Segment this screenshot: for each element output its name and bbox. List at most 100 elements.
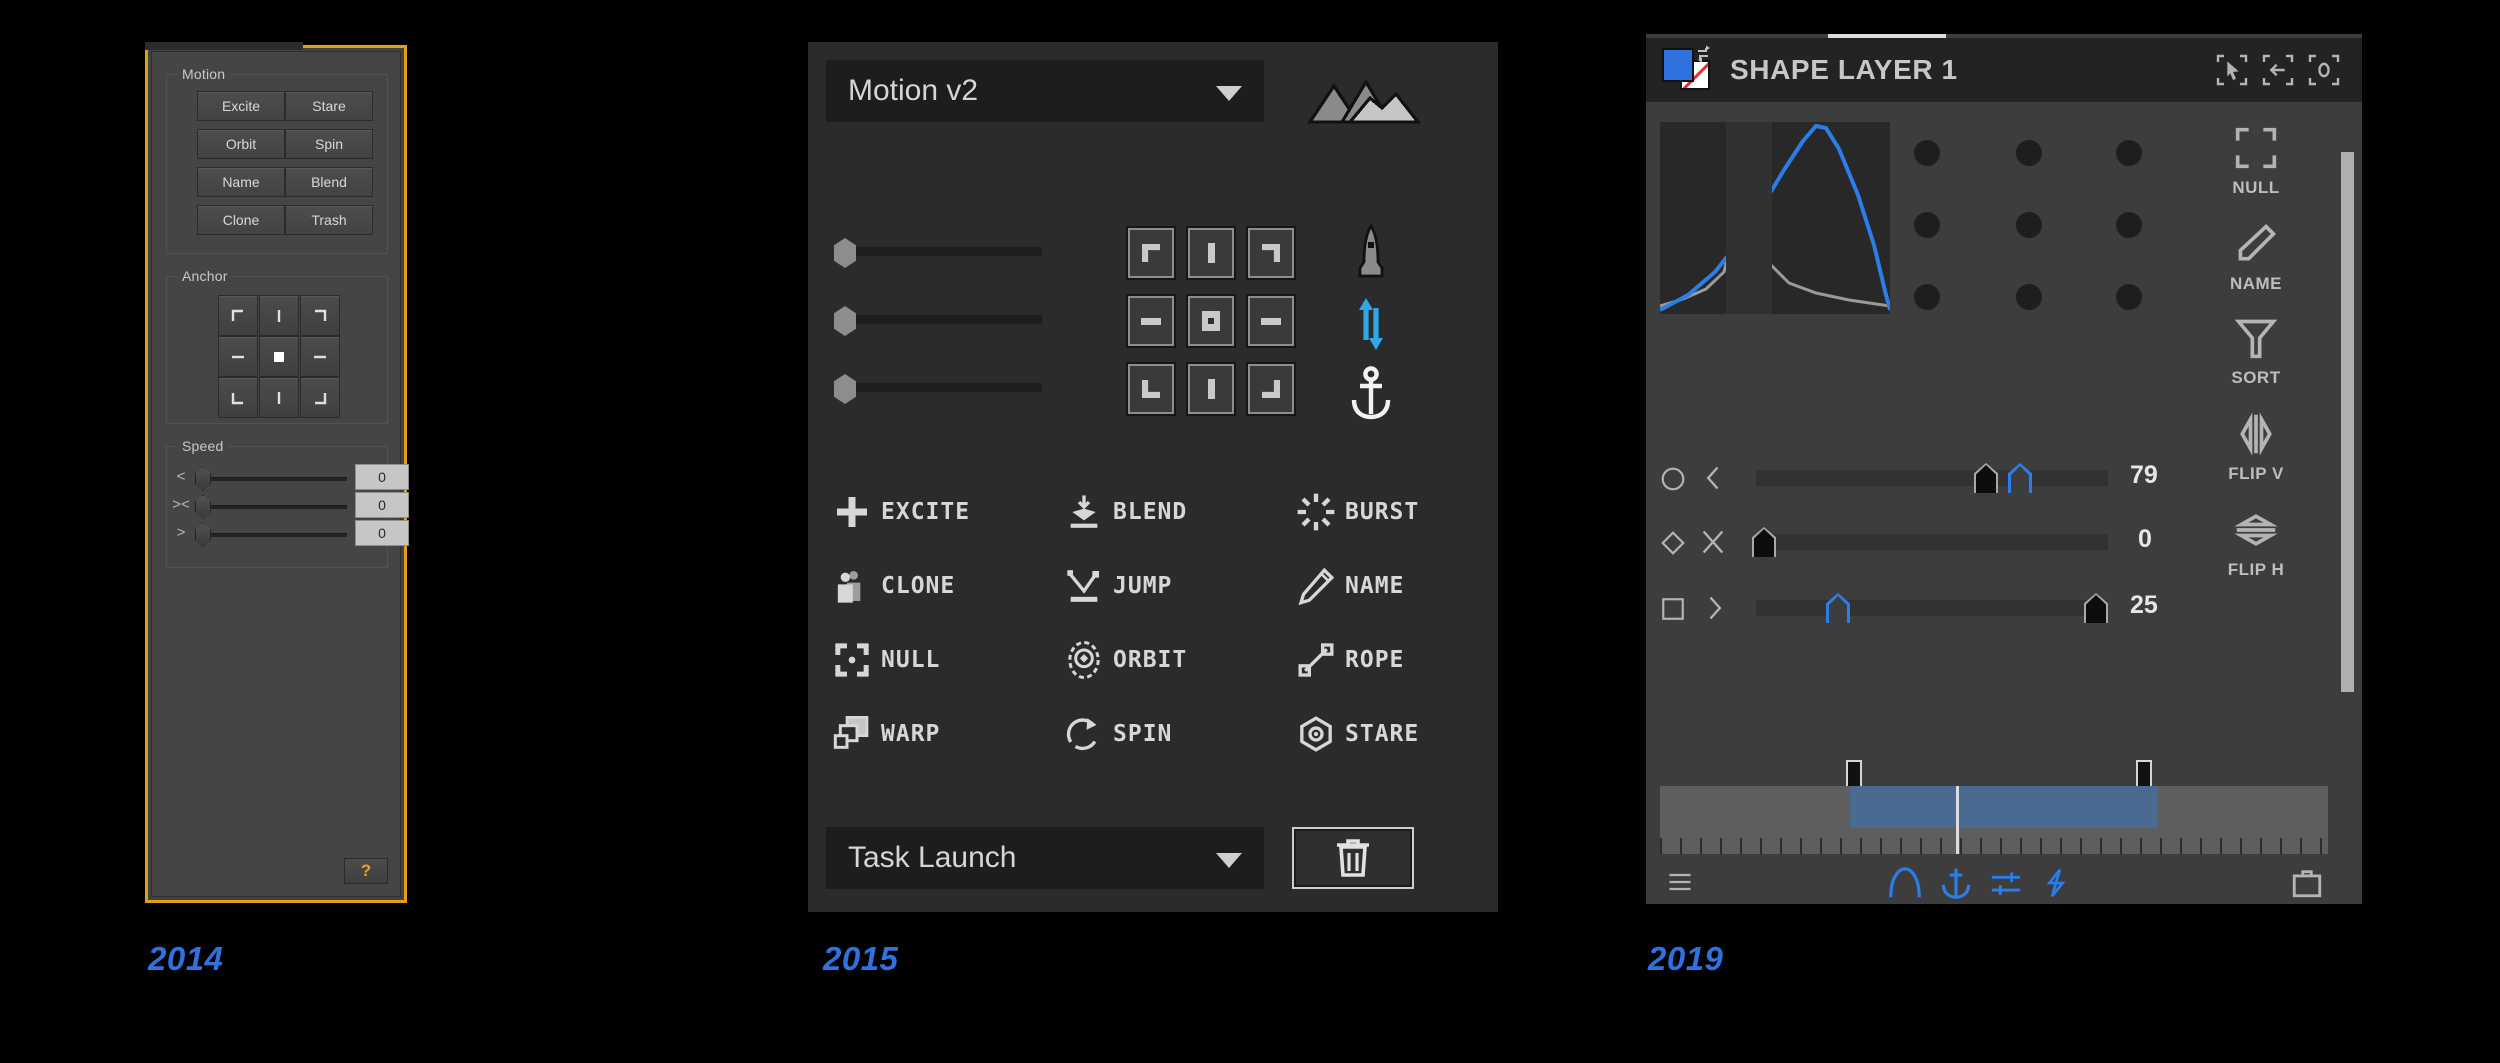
diamond-icon[interactable]: [1660, 530, 1686, 556]
motion-button-clone[interactable]: Clone: [197, 205, 285, 235]
anchor-cell-middle-right[interactable]: [300, 336, 340, 377]
curve-icon[interactable]: [1884, 864, 1926, 902]
anchor-cell-bottom-right[interactable]: [300, 377, 340, 418]
tool-clone[interactable]: CLONE: [832, 566, 955, 606]
flip-vertical-icon[interactable]: [1356, 294, 1386, 354]
tool-jump[interactable]: JUMP: [1064, 566, 1172, 606]
dot-cell-8[interactable]: [2016, 284, 2042, 310]
sliders-icon[interactable]: [1986, 866, 2026, 900]
value-slider-2-handle-dark[interactable]: [1752, 527, 1776, 557]
speed-row-3-knob[interactable]: [195, 523, 211, 547]
motion-button-blend[interactable]: Blend: [285, 167, 373, 197]
anchor-icon[interactable]: [1936, 864, 1976, 902]
right-tool-null[interactable]: NULL: [2211, 126, 2301, 198]
dot-cell-9[interactable]: [2116, 284, 2142, 310]
value-slider-1-handle-blue[interactable]: [2008, 463, 2032, 493]
color-swatch[interactable]: [1658, 44, 1716, 96]
rocket-icon[interactable]: [1350, 222, 1392, 284]
v2-slider-3[interactable]: [834, 374, 1044, 404]
motion-button-trash[interactable]: Trash: [285, 205, 373, 235]
curve-graph[interactable]: [1659, 122, 1892, 314]
speed-row-2-knob[interactable]: [195, 495, 211, 519]
v2-slider-1-track[interactable]: [856, 247, 1042, 256]
help-button[interactable]: ?: [344, 858, 388, 884]
x-icon[interactable]: [1698, 528, 1728, 556]
v2-anchor-top-left[interactable]: [1128, 228, 1174, 278]
tool-rope[interactable]: ROPE: [1296, 640, 1404, 680]
tool-excite[interactable]: EXCITE: [832, 492, 970, 532]
v2-anchor-top-right[interactable]: [1248, 228, 1294, 278]
tool-orbit[interactable]: ORBIT: [1064, 640, 1187, 680]
swap-arrows-icon[interactable]: [1694, 44, 1714, 64]
right-tool-flip-h[interactable]: FLIP H: [2211, 508, 2301, 580]
tool-stare[interactable]: STARE: [1296, 714, 1419, 754]
tool-null[interactable]: NULL: [832, 640, 940, 680]
vertical-scrollbar[interactable]: [2341, 152, 2354, 692]
v2-anchor-bottom-right[interactable]: [1248, 364, 1294, 414]
anchor-cell-bottom-left[interactable]: [218, 377, 258, 418]
right-tool-sort[interactable]: SORT: [2211, 316, 2301, 388]
bolt-icon[interactable]: [2040, 864, 2072, 902]
anchor-cell-middle-left[interactable]: [218, 336, 258, 377]
dot-cell-1[interactable]: [1914, 140, 1940, 166]
speed-row-2-track[interactable]: [199, 505, 347, 509]
speed-row-2-value[interactable]: 0: [355, 492, 409, 518]
motion-button-excite[interactable]: Excite: [197, 91, 285, 121]
v2-slider-2[interactable]: [834, 306, 1044, 336]
trash-button[interactable]: [1292, 827, 1414, 889]
anchor-cell-top-center[interactable]: [259, 295, 299, 336]
dot-cell-2[interactable]: [2016, 140, 2042, 166]
anchor-cell-center[interactable]: [259, 336, 299, 377]
speed-row-1-knob[interactable]: [195, 467, 211, 491]
v2-anchor-bottom-center[interactable]: [1188, 364, 1234, 414]
tool-spin[interactable]: SPIN: [1064, 714, 1172, 754]
tool-burst[interactable]: BURST: [1296, 492, 1419, 532]
v2-slider-3-knob[interactable]: [834, 374, 856, 404]
fill-swatch[interactable]: [1662, 48, 1694, 82]
dot-cell-4[interactable]: [1914, 212, 1940, 238]
value-slider-3-track[interactable]: [1756, 600, 2108, 616]
value-slider-3-handle-dark[interactable]: [2084, 593, 2108, 623]
dot-cell-5[interactable]: [2016, 212, 2042, 238]
value-slider-2-track[interactable]: [1756, 534, 2108, 550]
cursor-select-icon[interactable]: [2216, 54, 2248, 86]
v2-slider-1[interactable]: [834, 238, 1044, 268]
motion-button-orbit[interactable]: Orbit: [197, 129, 285, 159]
motion-button-stare[interactable]: Stare: [285, 91, 373, 121]
anchor-icon[interactable]: [1348, 364, 1394, 422]
motion-button-spin[interactable]: Spin: [285, 129, 373, 159]
tool-warp[interactable]: WARP: [832, 714, 940, 754]
v2-slider-1-knob[interactable]: [834, 238, 856, 268]
motion-button-name[interactable]: Name: [197, 167, 285, 197]
v2-anchor-center[interactable]: [1188, 296, 1234, 346]
v2-anchor-bottom-left[interactable]: [1128, 364, 1174, 414]
arrow-left-icon[interactable]: [2262, 54, 2294, 86]
anchor-cell-bottom-center[interactable]: [259, 377, 299, 418]
speed-row-1-track[interactable]: [199, 477, 347, 481]
right-tool-name[interactable]: NAME: [2211, 222, 2301, 294]
square-icon[interactable]: [1660, 596, 1686, 622]
dot-cell-7[interactable]: [1914, 284, 1940, 310]
value-slider-3-handle-blue[interactable]: [1826, 593, 1850, 623]
anchor-cell-top-right[interactable]: [300, 295, 340, 336]
v2-anchor-middle-right[interactable]: [1248, 296, 1294, 346]
circle-icon[interactable]: [1660, 466, 1686, 492]
dot-cell-6[interactable]: [2116, 212, 2142, 238]
zero-icon[interactable]: [2308, 54, 2340, 86]
value-slider-1-track[interactable]: [1756, 470, 2108, 486]
timeline-selection[interactable]: [1850, 786, 2158, 828]
v2-anchor-middle-left[interactable]: [1128, 296, 1174, 346]
v2-slider-3-track[interactable]: [856, 383, 1042, 392]
anchor-cell-top-left[interactable]: [218, 295, 258, 336]
tool-blend[interactable]: BLEND: [1064, 492, 1187, 532]
v2-anchor-top-center[interactable]: [1188, 228, 1234, 278]
briefcase-icon[interactable]: [2290, 866, 2324, 900]
chevron-right-icon[interactable]: [1700, 594, 1728, 622]
menu-icon[interactable]: [1662, 868, 1698, 896]
task-launch-dropdown[interactable]: Task Launch: [826, 827, 1264, 889]
tool-name[interactable]: NAME: [1296, 566, 1404, 606]
right-tool-flip-v[interactable]: FLIP V: [2211, 412, 2301, 484]
timeline-ruler[interactable]: [1660, 786, 2328, 854]
motion-v2-dropdown[interactable]: Motion v2: [826, 60, 1264, 122]
value-slider-1-handle-dark[interactable]: [1974, 463, 1998, 493]
